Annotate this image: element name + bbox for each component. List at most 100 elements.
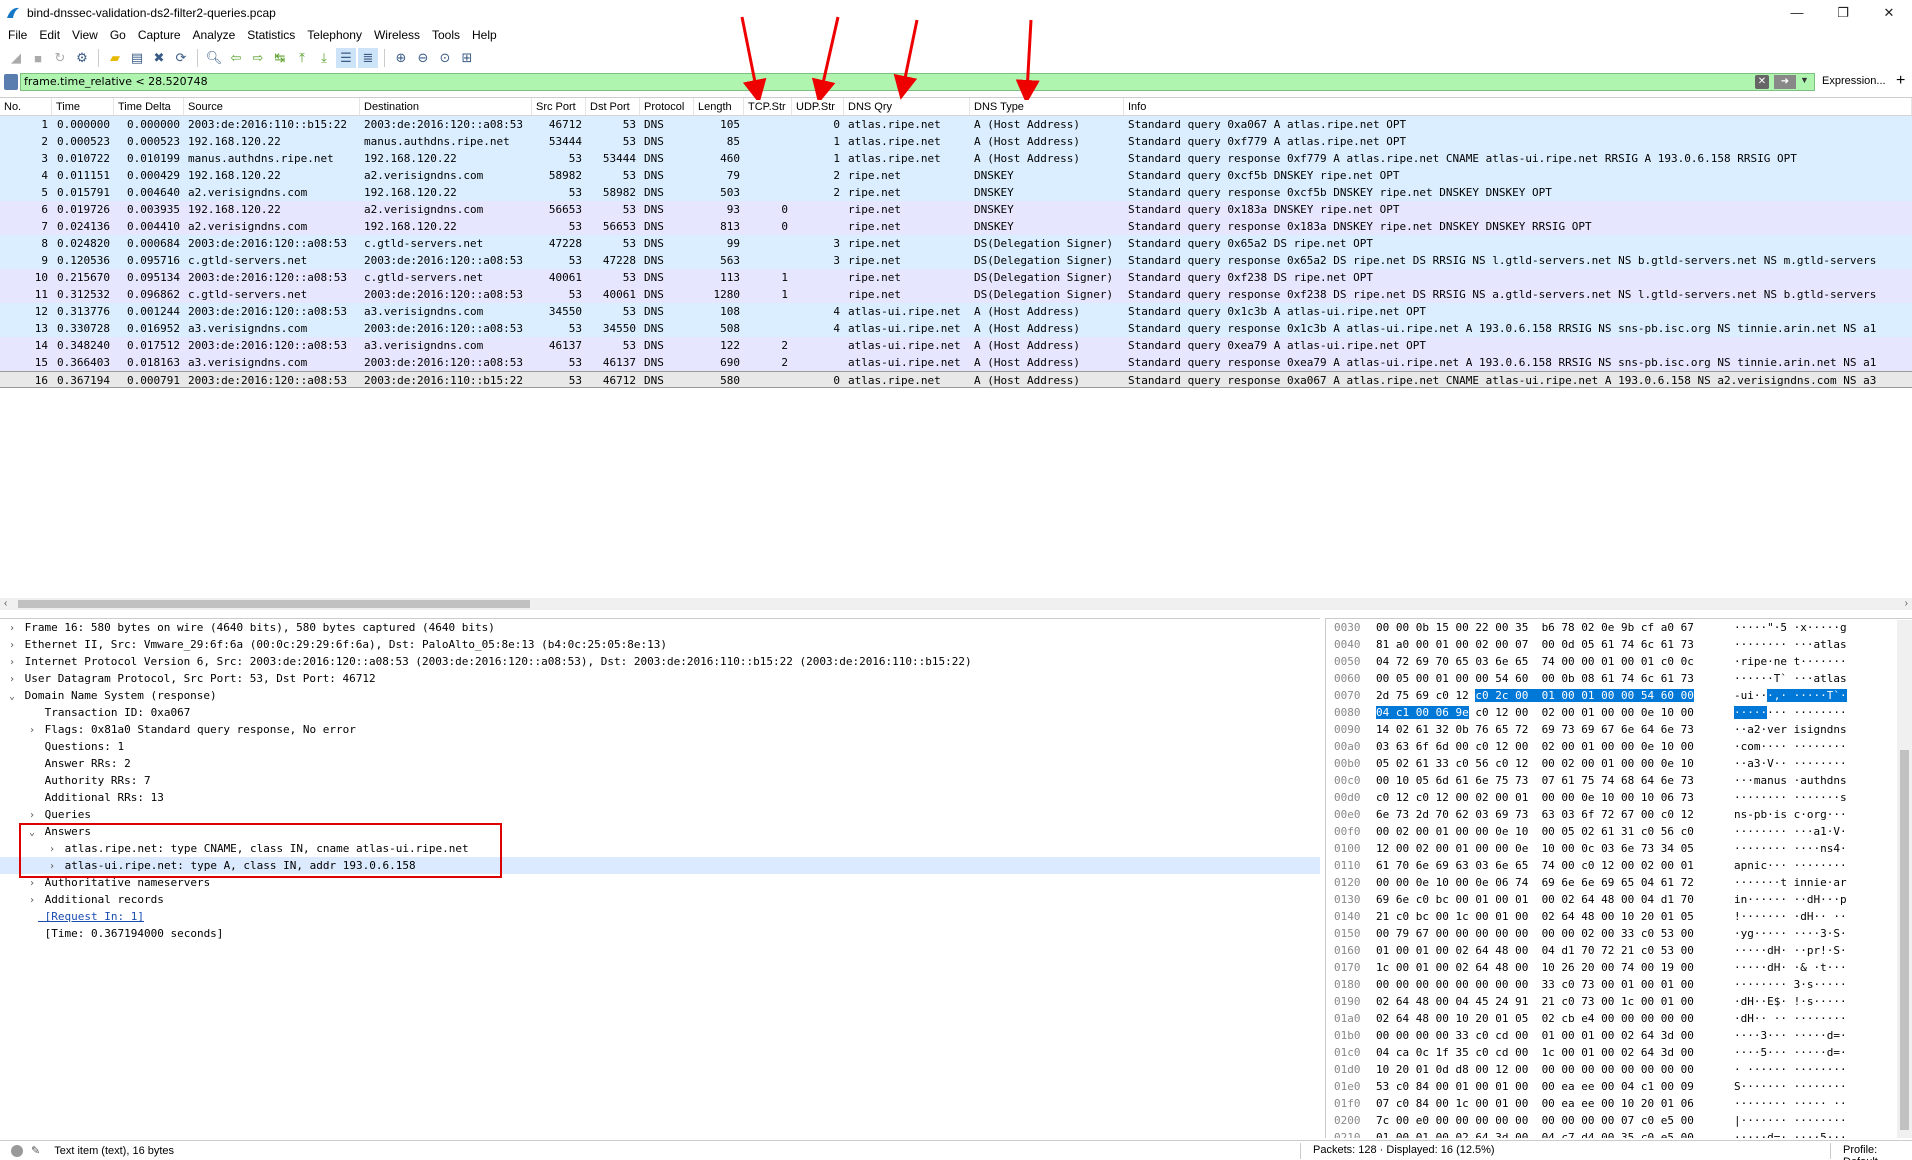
byte-ascii[interactable]: ···manus ·authdns <box>1734 772 1847 789</box>
menu-telephony[interactable]: Telephony <box>301 28 368 42</box>
save-file-icon[interactable]: ▤ <box>127 48 147 68</box>
scrollbar-thumb[interactable] <box>1900 750 1909 1130</box>
packet-row[interactable]: 12 0.313776 0.001244 2003:de:2016:120::a08:… <box>0 303 1912 320</box>
collapsed-icon[interactable]: › <box>26 722 38 739</box>
stop-capture-icon[interactable]: ■ <box>28 48 48 68</box>
column-header-udp-str[interactable]: UDP.Str <box>792 98 844 115</box>
byte-hex[interactable]: 04 ca 0c 1f 35 c0 cd 00 1c 00 01 00 02 6… <box>1376 1044 1694 1061</box>
column-header-time-delta[interactable]: Time Delta <box>114 98 184 115</box>
collapsed-icon[interactable]: › <box>6 671 18 688</box>
byte-hex[interactable]: 02 64 48 00 04 45 24 91 21 c0 73 00 1c 0… <box>1376 993 1694 1010</box>
byte-hex[interactable]: 10 20 01 0d d8 00 12 00 00 00 00 00 00 0… <box>1376 1061 1694 1078</box>
tree-item[interactable]: › atlas.ripe.net: type CNAME, class IN, … <box>0 840 1320 857</box>
column-header-protocol[interactable]: Protocol <box>640 98 694 115</box>
packet-row[interactable]: 11 0.312532 0.096862 c.gtld-servers.net 2003… <box>0 286 1912 303</box>
menu-statistics[interactable]: Statistics <box>241 28 301 42</box>
menu-edit[interactable]: Edit <box>33 28 66 42</box>
column-header-length[interactable]: Length <box>694 98 744 115</box>
byte-hex[interactable]: 7c 00 e0 00 00 00 00 00 00 00 00 00 07 c… <box>1376 1112 1694 1129</box>
column-header-destination[interactable]: Destination <box>360 98 532 115</box>
byte-ascii[interactable]: apnic··· ········ <box>1734 857 1847 874</box>
byte-hex[interactable]: 04 72 69 70 65 03 6e 65 74 00 00 01 00 0… <box>1376 653 1694 670</box>
tree-item[interactable]: › Internet Protocol Version 6, Src: 2003… <box>0 653 1320 670</box>
byte-hex[interactable]: 69 6e c0 bc 00 01 00 01 00 02 64 48 00 0… <box>1376 891 1694 908</box>
byte-hex[interactable]: 61 70 6e 69 63 03 6e 65 74 00 c0 12 00 0… <box>1376 857 1694 874</box>
capture-options-icon[interactable]: ⚙ <box>72 48 92 68</box>
byte-hex[interactable]: 01 00 01 00 02 64 3d 00 04 c7 d4 00 35 c… <box>1376 1129 1694 1138</box>
scroll-left-icon[interactable]: ‹ <box>4 598 7 609</box>
zoom-out-icon[interactable]: ⊖ <box>413 48 433 68</box>
tree-item[interactable]: [Time: 0.367194000 seconds] <box>0 925 1320 942</box>
colorize-icon[interactable]: ≣ <box>358 48 378 68</box>
byte-hex[interactable]: 53 c0 84 00 01 00 01 00 00 ea ee 00 04 c… <box>1376 1078 1694 1095</box>
byte-ascii[interactable]: ········ ····ns4· <box>1734 840 1847 857</box>
byte-ascii[interactable]: ··a2·ver isigndns <box>1734 721 1847 738</box>
packet-row[interactable]: 3 0.010722 0.010199 manus.authdns.ripe.net 1… <box>0 150 1912 167</box>
column-header-dst-port[interactable]: Dst Port <box>586 98 640 115</box>
byte-ascii[interactable]: |······· ········ <box>1734 1112 1847 1129</box>
byte-ascii[interactable]: !······· ·dH·· ·· <box>1734 908 1847 925</box>
menu-tools[interactable]: Tools <box>426 28 466 42</box>
byte-hex[interactable]: 00 00 00 00 00 00 00 00 33 c0 73 00 01 0… <box>1376 976 1694 993</box>
byte-ascii[interactable]: ·dH··E$· !·s····· <box>1734 993 1847 1010</box>
byte-hex[interactable]: 00 00 0e 10 00 0e 06 74 69 6e 6e 69 65 0… <box>1376 874 1694 891</box>
menu-capture[interactable]: Capture <box>132 28 187 42</box>
expanded-icon[interactable]: ⌄ <box>26 824 38 841</box>
find-packet-icon[interactable]: 🔍︎ <box>204 48 224 68</box>
column-header-dns-qry[interactable]: DNS Qry <box>844 98 970 115</box>
tree-item[interactable]: ⌄ Domain Name System (response) <box>0 687 1320 704</box>
packet-row[interactable]: 8 0.024820 0.000684 2003:de:2016:120::a08:5… <box>0 235 1912 252</box>
byte-hex[interactable]: 07 c0 84 00 1c 00 01 00 00 ea ee 00 10 2… <box>1376 1095 1694 1112</box>
byte-ascii[interactable]: ··a3·V·· ········ <box>1734 755 1847 772</box>
tree-item[interactable]: › User Datagram Protocol, Src Port: 53, … <box>0 670 1320 687</box>
bytes-vscrollbar[interactable] <box>1897 620 1912 1138</box>
reload-file-icon[interactable]: ⟳ <box>171 48 191 68</box>
packet-row[interactable]: 9 0.120536 0.095716 c.gtld-servers.net 2003:… <box>0 252 1912 269</box>
bookmark-icon[interactable] <box>4 74 18 90</box>
byte-ascii[interactable]: ········ 3·s····· <box>1734 976 1847 993</box>
byte-hex[interactable]: 03 63 6f 6d 00 c0 12 00 02 00 01 00 00 0… <box>1376 738 1694 755</box>
byte-ascii[interactable]: ns-pb·is c·org··· <box>1734 806 1847 823</box>
tree-item[interactable]: › Frame 16: 580 bytes on wire (4640 bits… <box>0 619 1320 636</box>
byte-hex[interactable]: 00 02 00 01 00 00 0e 10 00 05 02 61 31 c… <box>1376 823 1694 840</box>
byte-hex[interactable]: 04 c1 00 06 9e c0 12 00 02 00 01 00 00 0… <box>1376 704 1694 721</box>
byte-ascii[interactable]: ·····d=· ····5··· <box>1734 1129 1847 1138</box>
scroll-right-icon[interactable]: › <box>1905 598 1908 609</box>
byte-ascii[interactable]: -ui···,· ·····T`· <box>1734 687 1847 704</box>
close-button[interactable]: ✕ <box>1866 0 1912 25</box>
edit-comment-icon[interactable]: ✎ <box>31 1144 40 1157</box>
column-header-info[interactable]: Info <box>1124 98 1912 115</box>
packet-row[interactable]: 5 0.015791 0.004640 a2.verisigndns.com 192.1… <box>0 184 1912 201</box>
byte-ascii[interactable]: ········ ········ <box>1734 704 1847 721</box>
profile-label[interactable]: Profile: Default <box>1843 1144 1912 1160</box>
collapsed-icon[interactable]: › <box>6 620 18 637</box>
byte-ascii[interactable]: ·yg····· ····3·S· <box>1734 925 1847 942</box>
scrollbar-thumb[interactable] <box>18 600 530 608</box>
tree-item[interactable]: › Flags: 0x81a0 Standard query response,… <box>0 721 1320 738</box>
packet-row[interactable]: 2 0.000523 0.000523 192.168.120.22 manus.aut… <box>0 133 1912 150</box>
request-link[interactable]: [Request In: 1] <box>38 910 144 923</box>
byte-ascii[interactable]: in······ ··dH···p <box>1734 891 1847 908</box>
autoscroll-icon[interactable]: ☰ <box>336 48 356 68</box>
minimize-button[interactable]: — <box>1774 0 1820 25</box>
byte-hex[interactable]: 81 a0 00 01 00 02 00 07 00 0d 05 61 74 6… <box>1376 636 1694 653</box>
byte-ascii[interactable]: ·······t innie·ar <box>1734 874 1847 891</box>
maximize-button[interactable]: ❐ <box>1820 0 1866 25</box>
byte-hex[interactable]: c0 12 c0 12 00 02 00 01 00 00 0e 10 00 1… <box>1376 789 1694 806</box>
restart-capture-icon[interactable]: ↻ <box>50 48 70 68</box>
expanded-icon[interactable]: ⌄ <box>6 688 18 705</box>
go-first-icon[interactable]: ⤒ <box>292 48 312 68</box>
zoom-reset-icon[interactable]: ⊙ <box>435 48 455 68</box>
column-header-src-port[interactable]: Src Port <box>532 98 586 115</box>
byte-ascii[interactable]: ·com···· ········ <box>1734 738 1847 755</box>
menu-view[interactable]: View <box>66 28 104 42</box>
packet-row[interactable]: 1 0.000000 0.000000 2003:de:2016:110::b15:2… <box>0 116 1912 133</box>
packet-row[interactable]: 6 0.019726 0.003935 192.168.120.22 a2.verisi… <box>0 201 1912 218</box>
go-back-icon[interactable]: ⇦ <box>226 48 246 68</box>
tree-item[interactable]: [Request In: 1] <box>0 908 1320 925</box>
tree-item[interactable]: Additional RRs: 13 <box>0 789 1320 806</box>
packet-row[interactable]: 13 0.330728 0.016952 a3.verisigndns.com 2003… <box>0 320 1912 337</box>
byte-ascii[interactable]: ········ ·······s <box>1734 789 1847 806</box>
byte-hex[interactable]: 00 79 67 00 00 00 00 00 00 00 02 00 33 c… <box>1376 925 1694 942</box>
byte-ascii[interactable]: ····5··· ·····d=· <box>1734 1044 1847 1061</box>
